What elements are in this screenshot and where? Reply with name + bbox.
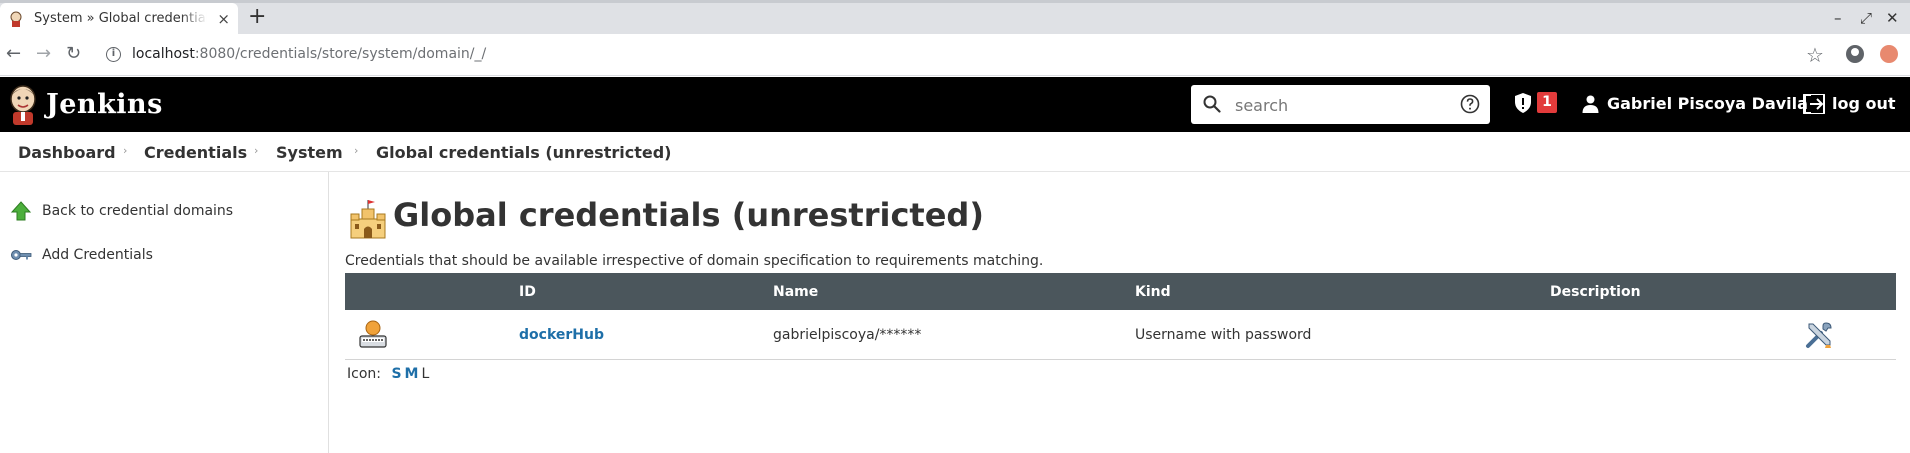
app-title[interactable]: Jenkins (46, 89, 163, 120)
breadcrumb-chevron-icon[interactable]: › (254, 144, 258, 157)
browser-toolbar: ← → ↻ i localhost:8080/credentials/store… (0, 34, 1910, 76)
logout-icon[interactable] (1803, 94, 1825, 114)
castle-icon (350, 200, 386, 239)
browser-tab-bar: System » Global credentials (unrestricte… (0, 0, 1910, 34)
credentials-table: ID Name Kind Description dockerHub gabri… (345, 273, 1896, 360)
restore-icon[interactable]: ⤢ (1860, 9, 1872, 27)
user-name-link[interactable]: Gabriel Piscoya Davila (1607, 94, 1808, 113)
credential-actions-cell (1782, 310, 1896, 360)
tab-strip-edge (0, 0, 1910, 3)
user-password-credential-icon (359, 320, 387, 348)
table-row: dockerHub gabrielpiscoya/****** Username… (345, 310, 1896, 360)
search-icon (1203, 95, 1221, 113)
breadcrumb-global-credentials[interactable]: Global credentials (unrestricted) (376, 143, 671, 162)
jenkins-favicon-icon (10, 11, 22, 27)
back-icon[interactable]: ← (6, 44, 21, 64)
credential-id-link[interactable]: dockerHub (519, 327, 604, 343)
col-id[interactable]: ID (519, 273, 773, 310)
icon-size-label: Icon: (347, 366, 381, 382)
col-description[interactable]: Description (1550, 273, 1782, 310)
page-description: Credentials that should be available irr… (345, 253, 1044, 269)
help-icon[interactable] (1460, 94, 1480, 114)
minimize-icon[interactable]: – (1834, 9, 1842, 27)
security-shield-icon[interactable] (1514, 93, 1532, 113)
breadcrumb-system[interactable]: System (276, 143, 343, 162)
extension-icon[interactable] (1880, 45, 1898, 63)
up-arrow-icon (10, 201, 32, 221)
col-name[interactable]: Name (773, 273, 1135, 310)
col-kind[interactable]: Kind (1135, 273, 1550, 310)
url-host: localhost (132, 46, 195, 62)
breadcrumb-chevron-icon[interactable]: › (646, 144, 650, 157)
icon-size-large: L (421, 366, 430, 382)
bookmark-star-icon[interactable]: ☆ (1806, 43, 1824, 67)
search-input[interactable] (1233, 93, 1437, 117)
icon-size-medium[interactable]: M (405, 366, 419, 382)
key-icon (11, 250, 32, 260)
security-alert-badge[interactable]: 1 (1537, 92, 1557, 113)
browser-tab-active[interactable]: System » Global credentials (unrestricte… (0, 3, 238, 34)
icon-size-small[interactable]: S (391, 366, 401, 382)
credential-id-cell: dockerHub (519, 310, 773, 360)
profile-icon[interactable] (1846, 45, 1864, 63)
search-box (1191, 85, 1490, 124)
credential-type-cell (345, 310, 519, 360)
back-to-credential-domains-link[interactable]: Back to credential domains (10, 200, 233, 222)
col-icon (345, 273, 519, 310)
configure-tools-icon[interactable] (1804, 320, 1834, 350)
side-panel: Back to credential domains Add Credentia… (0, 172, 329, 453)
jenkins-logo-icon[interactable] (6, 83, 40, 125)
credential-name-cell: gabrielpiscoya/****** (773, 310, 1135, 360)
tab-close-icon[interactable]: × (217, 10, 230, 28)
jenkins-header: Jenkins 1 Gabriel Piscoya Davila log out (0, 77, 1910, 132)
credential-description-cell (1550, 310, 1782, 360)
task-label: Back to credential domains (42, 203, 234, 219)
reload-icon[interactable]: ↻ (66, 44, 81, 64)
breadcrumb-chevron-icon[interactable]: › (123, 144, 127, 157)
task-label: Add Credentials (42, 247, 153, 263)
table-header-row: ID Name Kind Description (345, 273, 1896, 310)
breadcrumb-dashboard[interactable]: Dashboard (18, 143, 116, 162)
url-path: :8080/credentials/store/system/domain/_/ (194, 46, 487, 62)
tab-title: System » Global credentials (unrestricte… (34, 11, 207, 26)
breadcrumb-credentials[interactable]: Credentials (144, 143, 247, 162)
new-tab-button[interactable]: + (248, 6, 266, 28)
forward-icon[interactable]: → (36, 44, 51, 64)
credential-kind-cell: Username with password (1135, 310, 1550, 360)
breadcrumb: Dashboard › Credentials › System › Globa… (0, 132, 1910, 172)
logout-link[interactable]: log out (1832, 94, 1896, 113)
user-icon (1582, 95, 1599, 113)
add-credentials-link[interactable]: Add Credentials (10, 244, 153, 266)
site-info-icon[interactable]: i (106, 47, 121, 62)
close-window-icon[interactable]: ✕ (1886, 9, 1899, 27)
icon-size-selector: Icon: SML (347, 366, 429, 382)
page-title: Global credentials (unrestricted) (393, 196, 984, 234)
address-bar[interactable]: localhost:8080/credentials/store/system/… (132, 46, 486, 62)
col-actions (1782, 273, 1896, 310)
breadcrumb-chevron-icon[interactable]: › (354, 144, 358, 157)
